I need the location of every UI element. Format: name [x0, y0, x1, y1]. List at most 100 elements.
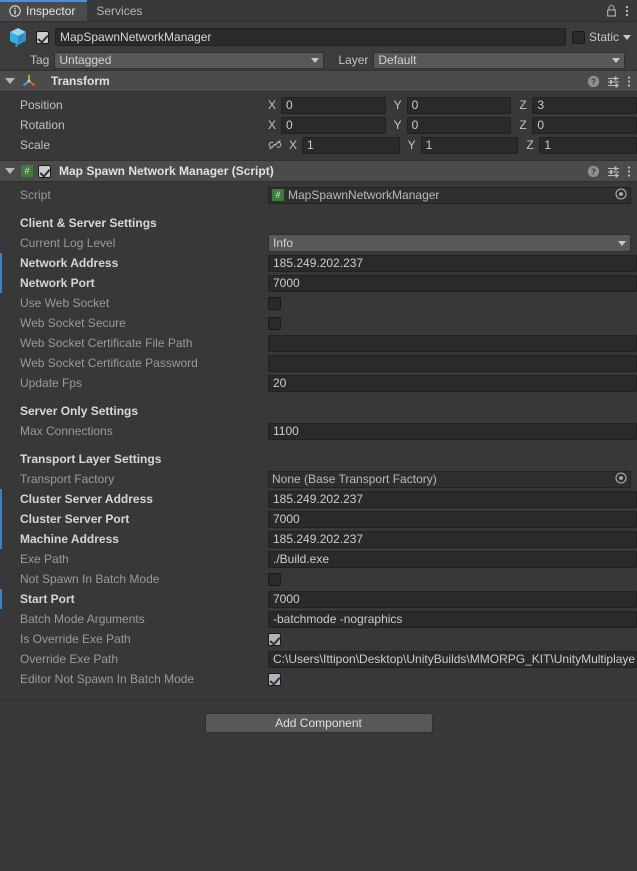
static-label: Static [588, 30, 619, 44]
tag-label: Tag [30, 53, 50, 67]
scale-vector3: X 1 Y 1 Z 1 [268, 136, 637, 154]
checkbox-editor-not-spawn-in-batch-mode[interactable] [268, 672, 281, 686]
input-start-port[interactable]: 7000 [268, 590, 637, 608]
help-icon[interactable]: ? [587, 75, 600, 88]
rotation-y-field[interactable]: 0 [406, 116, 512, 134]
transform-component-header[interactable]: Transform ? [0, 70, 637, 92]
row-batch-mode-arguments: Batch Mode Arguments -batchmode -nograph… [0, 609, 637, 629]
input-machine-address[interactable]: 185.249.202.237 [268, 530, 637, 548]
input-exe-path[interactable]: ./Build.exe [268, 550, 637, 568]
add-component-area: Add Component [0, 700, 637, 745]
label-batch-mode-arguments: Batch Mode Arguments [20, 612, 145, 626]
tab-services[interactable]: Services [87, 0, 154, 21]
label-ws-cert-file-path: Web Socket Certificate File Path [20, 336, 193, 350]
position-y-axis-label: Y [393, 98, 402, 112]
preset-icon[interactable] [607, 75, 620, 88]
tab-inspector-label: Inspector [26, 3, 76, 18]
input-batch-mode-arguments[interactable]: -batchmode -nographics [268, 610, 637, 628]
gameobject-enabled-checkbox[interactable] [36, 30, 49, 44]
script-label: Script [20, 188, 51, 202]
object-field-transport-factory[interactable]: None (Base Transport Factory) [268, 470, 631, 488]
checkbox-is-override-exe-path[interactable] [268, 632, 281, 646]
inspector-window: Inspector Services MapSpawnNetworkManage… [0, 0, 637, 871]
transform-scale-label: Scale [20, 138, 51, 152]
preset-icon[interactable] [607, 165, 620, 178]
kebab-menu-icon[interactable] [627, 165, 631, 178]
dropdown-current-log-level[interactable]: Info [268, 234, 631, 252]
row-max-connections: Max Connections 1100 [0, 421, 637, 441]
kebab-menu-icon[interactable] [627, 75, 631, 88]
row-is-override-exe-path: Is Override Exe Path [0, 629, 637, 649]
checkbox-web-socket-secure[interactable] [268, 316, 281, 330]
tab-bar: Inspector Services [0, 0, 637, 21]
kebab-menu-icon[interactable] [625, 4, 629, 18]
row-editor-not-spawn-in-batch-mode: Editor Not Spawn In Batch Mode [0, 669, 637, 689]
input-max-connections[interactable]: 1100 [268, 422, 637, 440]
label-exe-path: Exe Path [20, 552, 69, 566]
checkbox-not-spawn-in-batch-mode[interactable] [268, 572, 281, 586]
scale-x-field[interactable]: 1 [302, 136, 400, 154]
position-z-field[interactable]: 3 [532, 96, 637, 114]
transform-title: Transform [51, 74, 110, 88]
input-update-fps[interactable]: 20 [268, 374, 637, 392]
object-picker-icon[interactable] [615, 187, 627, 203]
input-cluster-server-address[interactable]: 185.249.202.237 [268, 490, 637, 508]
layer-value: Default [378, 53, 417, 67]
row-cluster-server-address: Cluster Server Address 185.249.202.237 [0, 489, 637, 509]
script-component-header[interactable]: # Map Spawn Network Manager (Script) ? [0, 160, 637, 182]
help-icon[interactable]: ? [587, 165, 600, 178]
input-override-exe-path[interactable]: C:\Users\Ittipon\Desktop\UnityBuilds\MMO… [268, 650, 637, 668]
tag-dropdown[interactable]: Untagged [54, 51, 325, 69]
row-network-address: Network Address 185.249.202.237 [0, 253, 637, 273]
label-override-exe-path: Override Exe Path [20, 652, 119, 666]
input-ws-cert-password[interactable] [268, 354, 637, 372]
label-not-spawn-in-batch-mode: Not Spawn In Batch Mode [20, 572, 160, 586]
tab-inspector[interactable]: Inspector [0, 0, 88, 21]
scale-y-axis-label: Y [407, 138, 416, 152]
script-enabled-checkbox[interactable] [38, 164, 51, 178]
label-is-override-exe-path: Is Override Exe Path [20, 632, 131, 646]
transform-body: Position X 0 Y 0 Z 3 Rotation X 0 Y 0 Z … [0, 92, 637, 160]
label-current-log-level: Current Log Level [20, 236, 116, 250]
input-network-address[interactable]: 185.249.202.237 [268, 254, 637, 272]
label-web-socket-secure: Web Socket Secure [20, 316, 126, 330]
rotation-vector3: X 0 Y 0 Z 0 [268, 116, 637, 134]
lock-icon[interactable] [606, 4, 617, 17]
script-object-field[interactable]: # MapSpawnNetworkManager [268, 186, 631, 204]
scale-z-field[interactable]: 1 [539, 136, 637, 154]
transform-foldout-icon[interactable] [5, 78, 15, 84]
input-cluster-server-port[interactable]: 7000 [268, 510, 637, 528]
prefab-override-bar [0, 509, 2, 529]
position-y-field[interactable]: 0 [406, 96, 512, 114]
label-cluster-server-address: Cluster Server Address [20, 492, 153, 506]
static-checkbox[interactable] [571, 30, 585, 44]
input-ws-cert-file-path[interactable] [268, 334, 637, 352]
constrain-proportions-off-icon[interactable] [268, 139, 282, 151]
script-foldout-icon[interactable] [5, 168, 15, 174]
gameobject-name-row: MapSpawnNetworkManager Static [6, 26, 631, 48]
gameobject-name-field[interactable]: MapSpawnNetworkManager [55, 28, 566, 46]
object-picker-icon[interactable] [615, 471, 627, 487]
rotation-z-field[interactable]: 0 [532, 116, 637, 134]
add-component-button[interactable]: Add Component [204, 713, 433, 733]
row-current-log-level: Current Log Level Info [0, 233, 637, 253]
input-network-port[interactable]: 7000 [268, 274, 637, 292]
rotation-x-field[interactable]: 0 [281, 116, 386, 134]
layer-dropdown[interactable]: Default [373, 51, 625, 69]
scale-y-field[interactable]: 1 [420, 136, 519, 154]
transform-scale-row: Scale X 1 Y 1 Z 1 [0, 135, 637, 155]
row-ws-cert-file-path: Web Socket Certificate File Path [0, 333, 637, 353]
static-dropdown-caret-icon[interactable] [623, 34, 631, 40]
script-object-value: MapSpawnNetworkManager [288, 188, 440, 202]
position-x-field[interactable]: 0 [281, 96, 386, 114]
transform-position-label: Position [20, 98, 63, 112]
label-editor-not-spawn-in-batch-mode: Editor Not Spawn In Batch Mode [20, 672, 195, 686]
label-machine-address: Machine Address [20, 532, 119, 546]
info-icon [9, 4, 21, 17]
checkbox-use-web-socket[interactable] [268, 296, 281, 310]
row-start-port: Start Port 7000 [0, 589, 637, 609]
row-update-fps: Update Fps 20 [0, 373, 637, 393]
tab-services-label: Services [96, 3, 143, 18]
label-ws-cert-password: Web Socket Certificate Password [20, 356, 198, 370]
